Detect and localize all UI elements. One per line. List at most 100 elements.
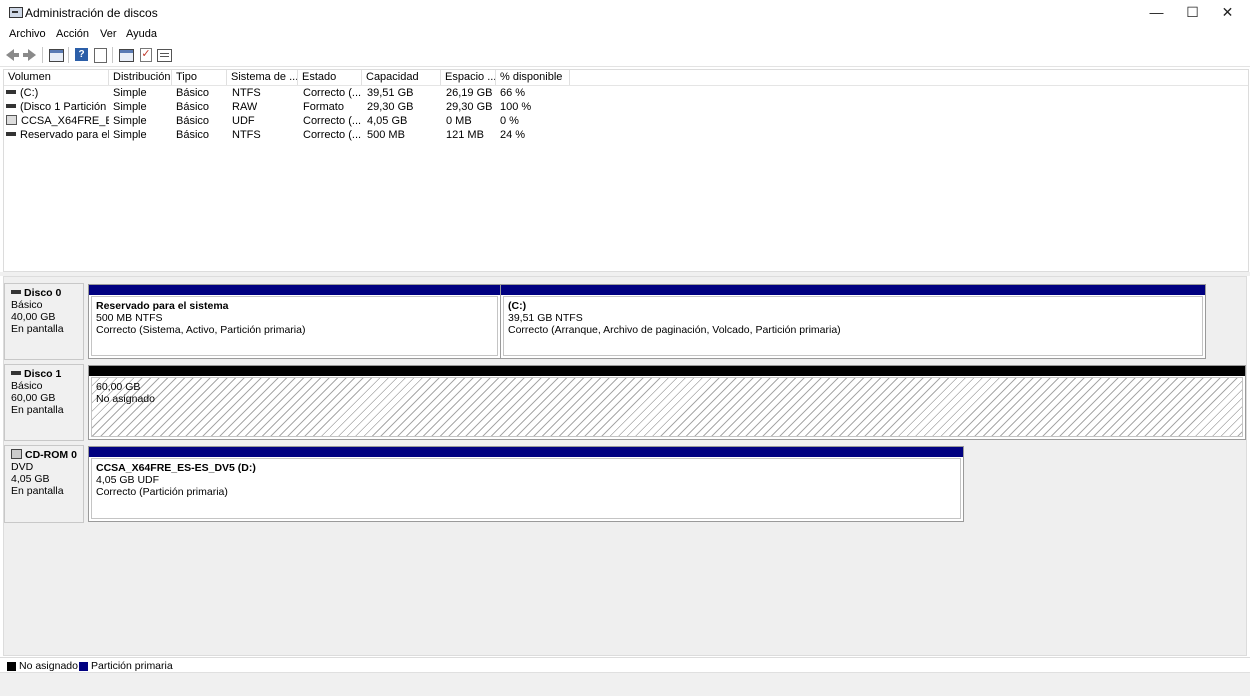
volume-status: Formato xyxy=(303,101,344,113)
disk-size: 40,00 GB xyxy=(11,311,56,323)
volume-filesystem: RAW xyxy=(232,101,258,113)
cdrom-volume-icon xyxy=(6,115,17,126)
volume-capacity: 4,05 GB xyxy=(367,115,408,127)
volume-status: Correcto (... xyxy=(303,87,362,99)
disk-kind: Básico xyxy=(11,299,43,311)
partition-title: CCSA_X64FRE_ES-ES_DV5 (D:) xyxy=(96,462,256,474)
legend-item-primary: Partición primaria xyxy=(79,660,173,672)
toolbar-separator xyxy=(68,47,69,63)
toolbar: ? ✓ xyxy=(0,44,1250,67)
volume-layout: Simple xyxy=(113,87,147,99)
partition-unallocated[interactable]: 60,00 GB No asignado xyxy=(88,365,1246,440)
partition-c[interactable]: (C:) 39,51 GB NTFS Correcto (Arranque, A… xyxy=(500,284,1206,359)
volume-filesystem: UDF xyxy=(232,115,255,127)
toolbar-separator xyxy=(112,47,113,63)
disk-management-app-icon xyxy=(9,7,23,18)
volume-type: Básico xyxy=(176,115,210,127)
table-row[interactable]: (C:) Simple Básico NTFS Correcto (... 39… xyxy=(4,86,1248,100)
column-capacidad[interactable]: Capacidad xyxy=(362,70,441,85)
column-espacio-disponible[interactable]: Espacio ... xyxy=(441,70,496,85)
cdrom-0-label[interactable]: CD-ROM 0 DVD 4,05 GB En pantalla xyxy=(4,445,84,523)
disk-volume-icon xyxy=(6,90,16,95)
properties-icon[interactable] xyxy=(92,47,108,63)
primary-partition-bar xyxy=(89,447,963,457)
column-estado[interactable]: Estado xyxy=(298,70,362,85)
primary-partition-bar xyxy=(89,285,500,295)
column-volumen[interactable]: Volumen xyxy=(4,70,109,85)
volume-free-space: 121 MB xyxy=(446,129,484,141)
partition-size: 4,05 GB UDF xyxy=(96,474,160,486)
checklist-icon[interactable]: ✓ xyxy=(137,47,153,63)
volume-layout: Simple xyxy=(113,101,147,113)
disk-state: En pantalla xyxy=(11,485,64,497)
column-tipo[interactable]: Tipo xyxy=(172,70,227,85)
volume-capacity: 39,51 GB xyxy=(367,87,414,99)
partition-status: Correcto (Partición primaria) xyxy=(96,486,228,498)
disk-icon xyxy=(11,290,21,295)
console-tree-icon[interactable] xyxy=(48,47,64,63)
disk-0-label[interactable]: Disco 0 Básico 40,00 GB En pantalla xyxy=(4,283,84,360)
cdrom-icon xyxy=(11,449,22,460)
legend-label: No asignado xyxy=(19,660,78,672)
volume-capacity: 500 MB xyxy=(367,129,405,141)
column-porcentaje-disponible[interactable]: % disponible xyxy=(496,70,570,85)
primary-partition-bar xyxy=(501,285,1205,295)
disk-volume-icon xyxy=(6,132,16,137)
menu-bar: Archivo Acción Ver Ayuda xyxy=(0,26,1250,44)
volume-filesystem: NTFS xyxy=(232,87,261,99)
partition-cdrom-d[interactable]: CCSA_X64FRE_ES-ES_DV5 (D:) 4,05 GB UDF C… xyxy=(88,446,964,522)
table-row[interactable]: Reservado para el ... Simple Básico NTFS… xyxy=(4,128,1248,142)
partition-status: Correcto (Sistema, Activo, Partición pri… xyxy=(96,324,306,336)
disk-name: Disco 0 xyxy=(24,287,62,299)
back-arrow-icon[interactable] xyxy=(4,47,20,63)
volume-list[interactable]: Volumen Distribución Tipo Sistema de ...… xyxy=(3,69,1249,272)
volume-name: (C:) xyxy=(20,87,39,99)
volume-free-percent: 100 % xyxy=(500,101,532,113)
volume-filesystem: NTFS xyxy=(232,129,261,141)
table-row[interactable]: (Disco 1 Partición 1) Simple Básico RAW … xyxy=(4,100,1248,114)
volume-list-header: Volumen Distribución Tipo Sistema de ...… xyxy=(4,70,1248,86)
disk-icon[interactable] xyxy=(118,47,134,63)
disk-state: En pantalla xyxy=(11,404,64,416)
volume-name: CCSA_X64FRE_ES-... xyxy=(21,115,109,127)
partition-status: Correcto (Arranque, Archivo de paginació… xyxy=(508,324,841,336)
menu-ver[interactable]: Ver xyxy=(100,28,117,40)
menu-ayuda[interactable]: Ayuda xyxy=(126,28,157,40)
volume-name: Reservado para el ... xyxy=(20,129,109,141)
forward-arrow-icon[interactable] xyxy=(22,47,38,63)
toolbar-separator xyxy=(42,47,43,63)
table-row[interactable]: CCSA_X64FRE_ES-... Simple Básico UDF Cor… xyxy=(4,114,1248,128)
partition-reservado[interactable]: Reservado para el sistema 500 MB NTFS Co… xyxy=(88,284,501,359)
details-list-icon[interactable] xyxy=(156,47,172,63)
legend-label: Partición primaria xyxy=(91,660,173,672)
legend-item-unallocated: No asignado xyxy=(7,660,78,672)
column-distribucion[interactable]: Distribución xyxy=(109,70,172,85)
window-title: Administración de discos xyxy=(25,6,158,20)
disk-kind: DVD xyxy=(11,461,34,473)
menu-archivo[interactable]: Archivo xyxy=(9,28,46,40)
disk-1-label[interactable]: Disco 1 Básico 60,00 GB En pantalla xyxy=(4,364,84,441)
volume-free-space: 29,30 GB xyxy=(446,101,493,113)
volume-free-space: 26,19 GB xyxy=(446,87,493,99)
help-icon[interactable]: ? xyxy=(74,47,90,63)
title-bar: Administración de discos — ☐ ✕ xyxy=(0,0,1250,26)
volume-layout: Simple xyxy=(113,129,147,141)
disk-size: 4,05 GB xyxy=(11,473,50,485)
volume-name: (Disco 1 Partición 1) xyxy=(20,101,109,113)
partition-size: 60,00 GB xyxy=(96,381,141,393)
volume-status: Correcto (... xyxy=(303,115,362,127)
column-sistema-archivos[interactable]: Sistema de ... xyxy=(227,70,298,85)
volume-free-percent: 66 % xyxy=(500,87,526,99)
disk-graphical-view: Disco 0 Básico 40,00 GB En pantalla Rese… xyxy=(3,276,1247,656)
disk-volume-icon xyxy=(6,104,16,109)
disk-icon xyxy=(11,371,21,376)
volume-type: Básico xyxy=(176,129,210,141)
menu-accion[interactable]: Acción xyxy=(56,28,89,40)
partition-size: 39,51 GB NTFS xyxy=(508,312,583,324)
legend: No asignado Partición primaria xyxy=(0,657,1250,672)
close-button[interactable]: ✕ xyxy=(1205,0,1250,26)
unallocated-bar xyxy=(89,366,1245,376)
disk-name: CD-ROM 0 xyxy=(25,449,77,461)
legend-swatch xyxy=(79,661,88,671)
volume-free-space: 0 MB xyxy=(446,115,472,127)
